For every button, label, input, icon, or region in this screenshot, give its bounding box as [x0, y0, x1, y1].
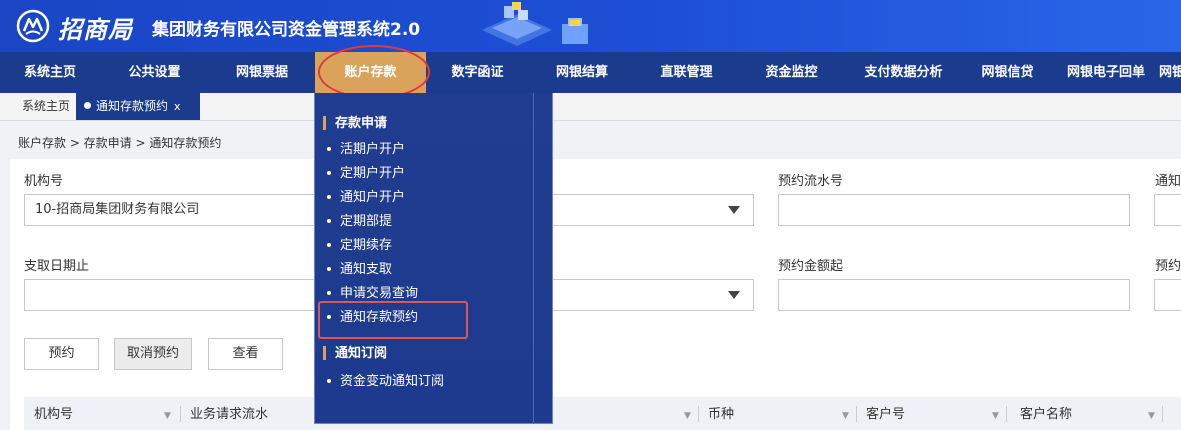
header-decoration-icon	[482, 2, 588, 46]
sort-icon[interactable]: ▼	[684, 411, 691, 421]
brand-name: 招商局	[58, 15, 133, 44]
table-header: 机构号 ▼ 业务请求流水 ▼ 币种 ▼ 客户号 ▼ 客户名称 ▼	[24, 397, 1181, 430]
annotation-oval	[318, 45, 430, 99]
annotation-rect	[318, 301, 468, 339]
sort-icon[interactable]: ▼	[992, 411, 999, 421]
logo-icon	[16, 9, 50, 43]
nav-item-system-home[interactable]: 系统主页	[0, 52, 100, 93]
end-date-label: 支取日期止	[24, 259, 90, 274]
reserve-label: 预约	[1155, 259, 1181, 274]
nav-item-ebank-credit[interactable]: 网银信贷	[962, 52, 1053, 93]
nav-item-direct-connect[interactable]: 直联管理	[635, 52, 738, 93]
sort-icon[interactable]: ▼	[1148, 411, 1155, 421]
tab-notice-deposit-reserve[interactable]: 通知存款预约 x	[76, 93, 200, 120]
menu-item-fixed-partial[interactable]: 定期部提	[327, 210, 392, 229]
org-select-value: 10-招商局集团财务有限公司	[35, 202, 200, 217]
column-divider	[180, 406, 181, 422]
system-title: 集团财务有限公司资金管理系统2.0	[152, 20, 421, 40]
group-marker	[323, 345, 326, 360]
menu-item-fixed-open[interactable]: 定期户开户	[327, 162, 405, 181]
menu-item-fixed-renew[interactable]: 定期续存	[327, 234, 392, 253]
nav-item-public-settings[interactable]: 公共设置	[100, 52, 209, 93]
account-deposit-dropdown: 存款申请 活期户开户 定期户开户 通知户开户 定期部提 定期续存 通知支取 申请…	[314, 93, 553, 424]
nav-item-ebank-receipt[interactable]: 网银电子回单	[1053, 52, 1159, 93]
nav-item-payment-analysis[interactable]: 支付数据分析	[845, 52, 962, 93]
dropdown-group-notice-subscribe: 通知订阅	[323, 342, 387, 361]
column-divider	[856, 406, 857, 422]
chevron-down-icon[interactable]	[728, 206, 740, 214]
reserve-input[interactable]	[1154, 279, 1181, 311]
column-divider	[1162, 406, 1163, 422]
dropdown-group-deposit-apply: 存款申请	[323, 112, 387, 131]
nav-item-fund-monitor[interactable]: 资金监控	[738, 52, 845, 93]
org-label: 机构号	[24, 174, 64, 189]
dropdown-divider	[533, 93, 534, 424]
column-divider	[1006, 406, 1007, 422]
breadcrumb: 账户存款 > 存款申请 > 通知存款预约	[18, 136, 222, 150]
sort-icon[interactable]: ▼	[164, 411, 171, 421]
close-icon[interactable]: x	[174, 100, 181, 113]
tab-bar: 系统主页 通知存款预约 x	[0, 93, 1181, 121]
tab-home[interactable]: 系统主页	[14, 93, 78, 120]
reserve-no-input[interactable]	[778, 194, 1130, 226]
reserve-button[interactable]: 预约	[24, 338, 99, 370]
menu-item-fund-change-subscribe[interactable]: 资金变动通知订阅	[327, 370, 444, 389]
nav-item-ebank-settlement[interactable]: 网银结算	[529, 52, 635, 93]
column-divider	[698, 406, 699, 422]
nav-item-ebank-more[interactable]: 网银	[1159, 52, 1181, 93]
reserve-no-label: 预约流水号	[778, 174, 844, 189]
menu-item-notice-withdraw[interactable]: 通知支取	[327, 258, 392, 277]
amount-from-input[interactable]	[778, 279, 1130, 311]
th-customer-name[interactable]: 客户名称	[1020, 397, 1072, 430]
menu-item-demand-open[interactable]: 活期户开户	[327, 138, 405, 157]
tab-active-dot	[84, 102, 91, 109]
amount-from-label: 预约金额起	[778, 259, 844, 274]
cancel-reserve-button[interactable]: 取消预约	[114, 338, 192, 370]
sort-icon[interactable]: ▼	[842, 411, 849, 421]
th-customer-no[interactable]: 客户号	[866, 397, 905, 430]
menu-item-apply-query[interactable]: 申请交易查询	[327, 282, 418, 301]
th-request-no[interactable]: 业务请求流水	[190, 397, 268, 430]
th-currency[interactable]: 币种	[708, 397, 734, 430]
th-org[interactable]: 机构号	[34, 397, 73, 430]
nav-item-digital-confirmation[interactable]: 数字函证	[426, 52, 529, 93]
app-header: 招商局 集团财务有限公司资金管理系统2.0	[0, 0, 1181, 52]
view-button[interactable]: 查看	[208, 338, 283, 370]
nav-item-ebank-bills[interactable]: 网银票据	[209, 52, 315, 93]
notice-input[interactable]	[1154, 194, 1181, 226]
chevron-down-icon[interactable]	[728, 291, 740, 299]
group-marker	[323, 115, 326, 130]
menu-item-notice-open[interactable]: 通知户开户	[327, 186, 405, 205]
tab-label: 通知存款预约	[96, 99, 169, 113]
notice-label: 通知	[1155, 174, 1181, 189]
main-nav: 系统主页 公共设置 网银票据 账户存款 数字函证 网银结算 直联管理 资金监控 支付数据分析 网银…	[0, 52, 1181, 93]
